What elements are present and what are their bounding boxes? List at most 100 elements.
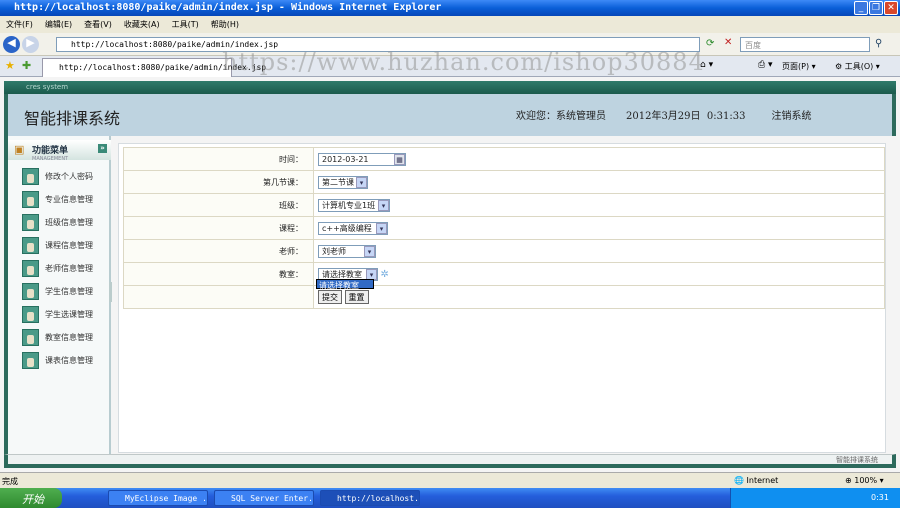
chevron-down-icon: ▾ (364, 245, 375, 257)
room-label: 教室： (123, 262, 314, 286)
period-select[interactable]: 第二节课 ▾ (318, 175, 368, 189)
sidebar-item-label: 学生信息管理 (45, 287, 93, 296)
form-row-actions: 提交 重置 (123, 285, 885, 309)
form-row-date: 时间： 2012-03-21 ▦ (123, 147, 885, 171)
page-menu[interactable]: 页面(P) ▾ (782, 61, 816, 72)
status-text: 完成 (2, 477, 18, 486)
class-label: 班级： (123, 193, 314, 217)
course-value: c++高级编程 (322, 223, 372, 233)
sidebar-subtitle: MANAGEMENT (32, 156, 69, 162)
user-card-icon (22, 352, 39, 369)
menu-view[interactable]: 查看(V) (84, 19, 112, 30)
user-card-icon (22, 168, 39, 185)
main-panel: 时间： 2012-03-21 ▦ 第几节课： 第二节课 ▾ 班级： 计算机专业1班 ▾ 课程… (118, 143, 886, 453)
search-icon[interactable]: ⚲ (875, 38, 882, 49)
taskbar: 开始 MyEclipse Image ... SQL Server Enter.… (0, 488, 900, 508)
app-strip: cres system (4, 81, 896, 94)
system-tray: 0:31 (730, 488, 900, 508)
start-button[interactable]: 开始 (0, 488, 62, 508)
tab-index[interactable]: http://localhost:8080/paike/admin/index.… (42, 58, 266, 77)
task-label: MyEclipse Image ... (125, 494, 208, 503)
collapse-icon[interactable]: » (98, 144, 107, 153)
sidebar-item-timetable[interactable]: 课表信息管理 (22, 352, 93, 369)
period-label: 第几节课： (123, 170, 314, 194)
watermark: https://www.huzhan.com/ishop30884 (222, 48, 705, 76)
close-button[interactable]: ✕ (884, 1, 898, 15)
favorites-star-icon[interactable]: ★ (5, 59, 15, 72)
sidebar-item-label: 班级信息管理 (45, 218, 93, 227)
menu-file[interactable]: 文件(F) (6, 19, 33, 30)
tools-menu[interactable]: ⚙ 工具(O) ▾ (835, 61, 880, 72)
user-card-icon (22, 306, 39, 323)
zoom-control[interactable]: ⊕ 100% ▾ (845, 476, 884, 485)
menu-edit[interactable]: 编辑(E) (45, 19, 72, 30)
sidebar-item-label: 课程信息管理 (45, 241, 93, 250)
chevron-down-icon: ▾ (366, 268, 377, 280)
app-footer: 智能排课系统 (4, 454, 896, 468)
add-favorite-icon[interactable]: ✚ (22, 59, 31, 72)
sidebar-item-student[interactable]: 学生信息管理 (22, 283, 93, 300)
sidebar-item-label: 课表信息管理 (45, 356, 93, 365)
task-label: http://localhost... (337, 494, 420, 503)
empty-cell (123, 285, 314, 309)
form-row-teacher: 老师： 刘老师 ▾ (123, 239, 885, 263)
user-card-icon (22, 214, 39, 231)
menu-help[interactable]: 帮助(H) (211, 19, 239, 30)
task-ie[interactable]: http://localhost... (320, 490, 420, 506)
room-value: 请选择教室 (322, 269, 362, 279)
maximize-button[interactable]: ❐ (869, 1, 883, 15)
form-row-period: 第几节课： 第二节课 ▾ (123, 170, 885, 194)
form-row-class: 班级： 计算机专业1班 ▾ (123, 193, 885, 217)
zone-label: Internet (746, 476, 779, 485)
back-icon[interactable]: ◀ (3, 36, 20, 53)
folder-icon: ▣ (14, 143, 25, 156)
tools-menu-label: 工具(O) (844, 62, 874, 71)
submit-button[interactable]: 提交 (318, 290, 342, 304)
logout-link[interactable]: 注销系统 (771, 107, 811, 122)
sidebar-item-course[interactable]: 课程信息管理 (22, 237, 93, 254)
date-label: 时间： (123, 147, 314, 171)
course-select[interactable]: c++高级编程 ▾ (318, 221, 388, 235)
chevron-down-icon: ▾ (356, 176, 367, 188)
sidebar-item-label: 修改个人密码 (45, 172, 93, 181)
menu-bar: 文件(F) 编辑(E) 查看(V) 收藏夹(A) 工具(T) 帮助(H) (0, 16, 900, 33)
app-header: 智能排课系统 欢迎您：系统管理员 2012年3月29日 0:31:33 注销系统 (4, 94, 896, 136)
room-dropdown-option[interactable]: 请选择教室 (316, 279, 374, 290)
forward-icon[interactable]: ▶ (22, 36, 39, 53)
minimize-button[interactable]: _ (854, 1, 868, 15)
menu-tools[interactable]: 工具(T) (172, 19, 199, 30)
header-info: 欢迎您：系统管理员 2012年3月29日 0:31:33 注销系统 (516, 107, 811, 122)
teacher-select[interactable]: 刘老师 ▾ (318, 244, 376, 258)
welcome-text: 欢迎您：系统管理员 (516, 111, 606, 122)
loading-spinner-icon: ✲ (380, 268, 389, 280)
sidebar-splitter[interactable] (109, 282, 112, 302)
stop-icon[interactable]: ✕ (724, 37, 732, 48)
course-label: 课程： (123, 216, 314, 240)
footer-label: 智能排课系统 (836, 456, 878, 464)
sidebar-item-label: 专业信息管理 (45, 195, 93, 204)
sidebar-item-teacher[interactable]: 老师信息管理 (22, 260, 93, 277)
calendar-icon[interactable]: ▦ (394, 153, 405, 165)
user-card-icon (22, 329, 39, 346)
task-myeclipse[interactable]: MyEclipse Image ... (108, 490, 208, 506)
page-menu-label: 页面(P) (782, 62, 810, 71)
class-select[interactable]: 计算机专业1班 ▾ (318, 198, 390, 212)
user-card-icon (22, 283, 39, 300)
print-icon[interactable]: ⎙ ▾ (758, 60, 773, 70)
reset-button[interactable]: 重置 (344, 290, 369, 304)
sidebar-item-label: 教室信息管理 (45, 333, 93, 342)
search-input[interactable]: 百度 (740, 37, 870, 52)
sidebar-item-label: 老师信息管理 (45, 264, 93, 273)
chevron-down-icon: ▾ (378, 199, 389, 211)
task-sqlserver[interactable]: SQL Server Enter... (214, 490, 314, 506)
menu-favorites[interactable]: 收藏夹(A) (124, 19, 160, 30)
sidebar-item-class[interactable]: 班级信息管理 (22, 214, 93, 231)
sidebar-item-enrollment[interactable]: 学生选课管理 (22, 306, 93, 323)
sidebar-item-major[interactable]: 专业信息管理 (22, 191, 93, 208)
status-bar: 完成 🌐 Internet ⊕ 100% ▾ (0, 472, 900, 488)
sidebar-item-password[interactable]: 修改个人密码 (22, 168, 93, 185)
sidebar-item-classroom[interactable]: 教室信息管理 (22, 329, 93, 346)
refresh-icon[interactable]: ⟳ (706, 38, 714, 49)
form-row-room: 教室： 请选择教室 ▾ ✲ (123, 262, 885, 286)
date-input[interactable]: 2012-03-21 ▦ (318, 152, 406, 166)
